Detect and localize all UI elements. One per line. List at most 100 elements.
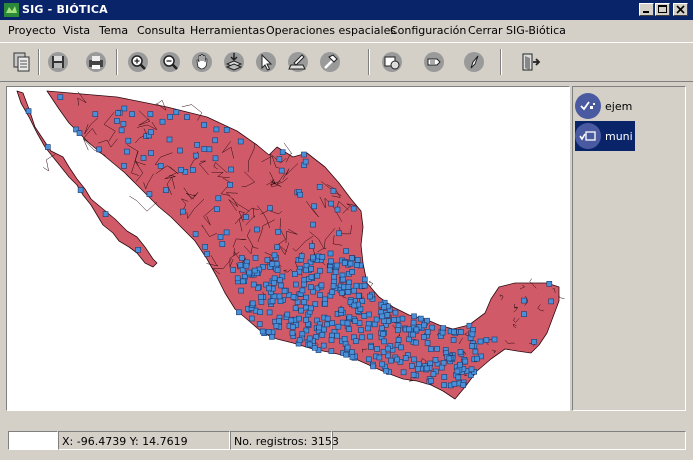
occurrence-point [352,318,359,324]
toolbar-separator [368,49,370,75]
occurrence-point [276,156,283,162]
occurrence-point [269,261,276,267]
occurrence-point [129,111,135,117]
map-view[interactable] [6,86,570,411]
tools-button[interactable] [316,48,344,76]
occurrence-point [439,329,446,336]
occurrence-point [102,211,109,217]
minimize-button[interactable] [639,3,654,16]
occurrence-point [359,334,365,341]
occurrence-point [381,318,387,324]
close-button[interactable] [673,3,688,16]
menu-consulta[interactable]: Consulta [137,24,185,37]
occurrence-point [121,163,127,169]
occurrence-point [44,144,51,150]
mexico-map[interactable] [7,87,569,410]
occurrence-point [379,313,386,320]
occurrence-point [406,326,412,333]
occurrence-point [279,149,286,156]
occurrence-point [297,191,303,198]
occurrence-point [288,317,295,324]
occurrence-point [321,326,327,333]
occurrence-point [440,359,447,366]
occurrence-point [410,319,417,326]
occurrence-point [147,111,154,117]
occurrence-point [424,317,430,324]
occurrence-point [230,267,236,273]
occurrence-point [319,254,326,260]
occurrence-point [472,348,479,355]
menu-bar: Proyecto Vista Tema Consulta Herramienta… [0,21,693,41]
compass-icon [464,52,484,72]
menu-cerrar-sig-biotica[interactable]: Cerrar SIG-Biótica [468,24,566,37]
menu-proyecto[interactable]: Proyecto [8,24,56,37]
occurrence-point [438,364,445,371]
occurrence-point [213,126,220,133]
occurrence-point [236,309,242,316]
occurrence-point [251,267,258,274]
occurrence-point [380,331,386,337]
menu-tema[interactable]: Tema [99,24,128,37]
occurrence-point [194,141,200,148]
occurrence-point [190,167,196,173]
occurrence-point [329,320,336,326]
select-button[interactable] [252,48,280,76]
print-icon [86,52,106,72]
occurrence-point [329,289,336,295]
zoom-out-button[interactable] [156,48,184,76]
menu-configuracion[interactable]: Configuración [390,24,466,37]
occurrence-point [392,309,399,316]
occurrence-point [346,314,353,321]
occurrence-point [243,214,249,220]
occurrence-point [271,280,277,286]
occurrence-point [240,278,246,285]
occurrence-point [252,255,259,261]
toolbar-separator [116,49,118,75]
menu-vista[interactable]: Vista [63,24,90,37]
compass-button[interactable] [460,48,488,76]
maximize-button[interactable] [655,3,670,16]
occurrence-point [223,229,230,236]
occurrence-point [298,253,305,259]
map-select-button[interactable] [378,48,406,76]
exit-button[interactable] [516,48,544,76]
occurrence-point [424,329,431,335]
occurrence-point [290,294,297,300]
occurrence-point [92,111,99,118]
occurrence-point [227,182,233,188]
edit-table-button[interactable] [284,48,312,76]
occurrence-point [367,333,374,340]
occurrence-point [249,300,256,307]
label-button[interactable] [420,48,448,76]
window-title: SIG - BIÓTICA [22,3,108,16]
zoom-in-button[interactable] [124,48,152,76]
occurrence-point [361,313,368,319]
layer-item-muni[interactable]: muni [575,121,635,151]
menu-herramientas[interactable]: Herramientas [190,24,265,37]
print-button[interactable] [82,48,110,76]
occurrence-point [355,293,362,299]
occurrence-point [146,191,153,197]
save-icon [48,52,68,72]
occurrence-point [256,321,263,327]
occurrence-point [214,206,220,212]
layer-item-ejem[interactable]: ejem [575,91,634,121]
occurrence-point [361,282,368,289]
toolbar [0,42,693,82]
occurrence-point [276,318,282,324]
occurrence-point [446,355,453,362]
occurrence-point [411,313,417,320]
occurrence-point [300,281,307,288]
occurrence-point [411,356,417,363]
occurrence-point [349,354,356,360]
save-button[interactable] [44,48,72,76]
occurrence-point [298,307,305,314]
menu-operaciones-espaciales[interactable]: Operaciones espaciales [266,24,396,37]
occurrence-point [306,341,313,348]
occurrence-point [148,129,154,135]
add-layer-button[interactable] [220,48,248,76]
occurrence-point [395,337,402,343]
pan-button[interactable] [188,48,216,76]
copy-button[interactable] [8,48,36,76]
occurrence-point [460,382,467,388]
